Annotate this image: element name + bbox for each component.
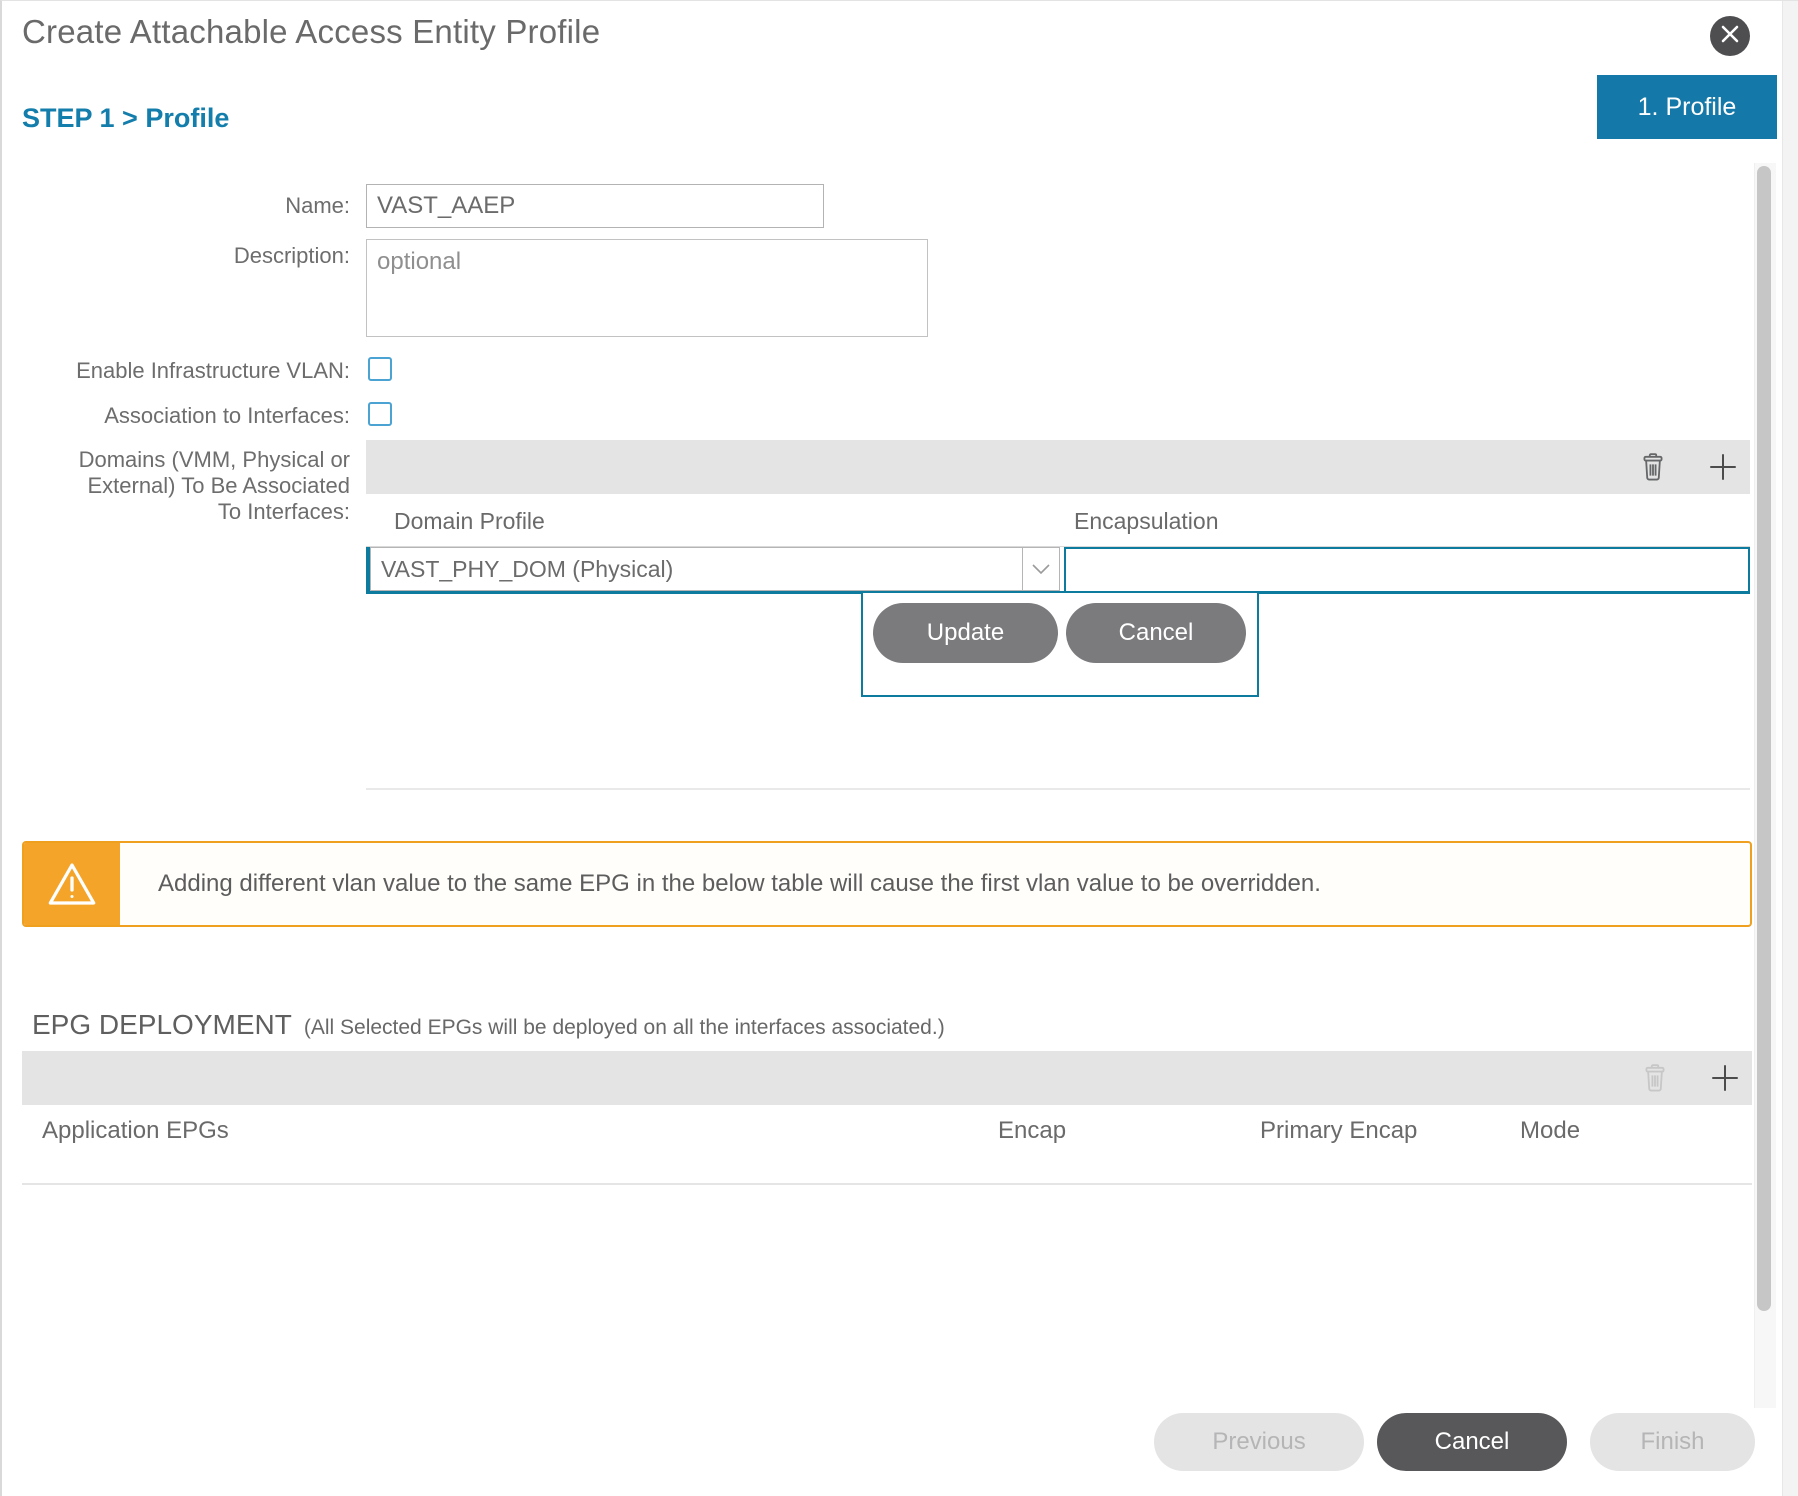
create-aaep-dialog: Create Attachable Access Entity Profile … xyxy=(0,0,1798,1496)
name-label: Name: xyxy=(2,193,350,219)
description-textarea[interactable] xyxy=(366,239,928,337)
name-input[interactable] xyxy=(366,184,824,228)
description-label: Description: xyxy=(2,243,350,269)
row-cancel-button[interactable]: Cancel xyxy=(1066,603,1246,663)
trash-icon[interactable] xyxy=(1642,1063,1668,1093)
cancel-button[interactable]: Cancel xyxy=(1377,1413,1567,1471)
epg-toolbar xyxy=(22,1051,1752,1105)
domain-profile-column-header: Domain Profile xyxy=(394,508,545,535)
mode-column-header: Mode xyxy=(1520,1117,1580,1145)
close-button[interactable] xyxy=(1710,16,1750,56)
enable-infra-vlan-checkbox[interactable] xyxy=(368,357,392,381)
chevron-down-icon[interactable] xyxy=(1022,548,1059,590)
warning-triangle-icon xyxy=(24,843,120,925)
domains-label: Domains (VMM, Physical or External) To B… xyxy=(2,447,350,525)
domains-header-row: Domain Profile Encapsulation xyxy=(366,494,1750,547)
assoc-interfaces-checkbox[interactable] xyxy=(368,402,392,426)
encapsulation-column-header: Encapsulation xyxy=(1074,508,1219,535)
application-epgs-column-header: Application EPGs xyxy=(42,1117,229,1145)
primary-encap-column-header: Primary Encap xyxy=(1260,1117,1417,1145)
encap-column-header: Encap xyxy=(998,1117,1066,1145)
outer-page-strip xyxy=(1782,1,1798,1496)
epg-header-row: Application EPGs Encap Primary Encap Mod… xyxy=(22,1105,1752,1183)
warning-banner: Adding different vlan value to the same … xyxy=(22,841,1752,927)
epg-deployment-title: EPG DEPLOYMENT xyxy=(32,1009,292,1041)
previous-button[interactable]: Previous xyxy=(1154,1413,1364,1471)
assoc-interfaces-label: Association to Interfaces: xyxy=(2,403,350,429)
domain-profile-value: VAST_PHY_DOM (Physical) xyxy=(371,556,1022,583)
domain-profile-dropdown[interactable]: VAST_PHY_DOM (Physical) xyxy=(370,547,1060,591)
step-breadcrumb: STEP 1 > Profile xyxy=(22,103,229,134)
finish-button[interactable]: Finish xyxy=(1590,1413,1755,1471)
epg-deployment-subtitle: (All Selected EPGs will be deployed on a… xyxy=(304,1016,945,1040)
close-icon xyxy=(1720,24,1740,49)
warning-text: Adding different vlan value to the same … xyxy=(120,843,1321,925)
epg-table-divider xyxy=(22,1183,1752,1185)
encapsulation-input[interactable] xyxy=(1064,547,1750,593)
trash-icon[interactable] xyxy=(1640,452,1666,482)
dialog-title: Create Attachable Access Entity Profile xyxy=(22,13,600,51)
scrollbar-thumb[interactable] xyxy=(1757,166,1771,1311)
update-button[interactable]: Update xyxy=(873,603,1058,663)
epg-deployment-heading: EPG DEPLOYMENT (All Selected EPGs will b… xyxy=(32,1009,945,1041)
step-badge-profile[interactable]: 1. Profile xyxy=(1597,75,1777,139)
domains-table-divider xyxy=(366,788,1750,790)
plus-icon[interactable] xyxy=(1708,452,1738,482)
enable-infra-vlan-label: Enable Infrastructure VLAN: xyxy=(2,358,350,384)
plus-icon[interactable] xyxy=(1710,1063,1740,1093)
domains-toolbar xyxy=(366,440,1750,494)
